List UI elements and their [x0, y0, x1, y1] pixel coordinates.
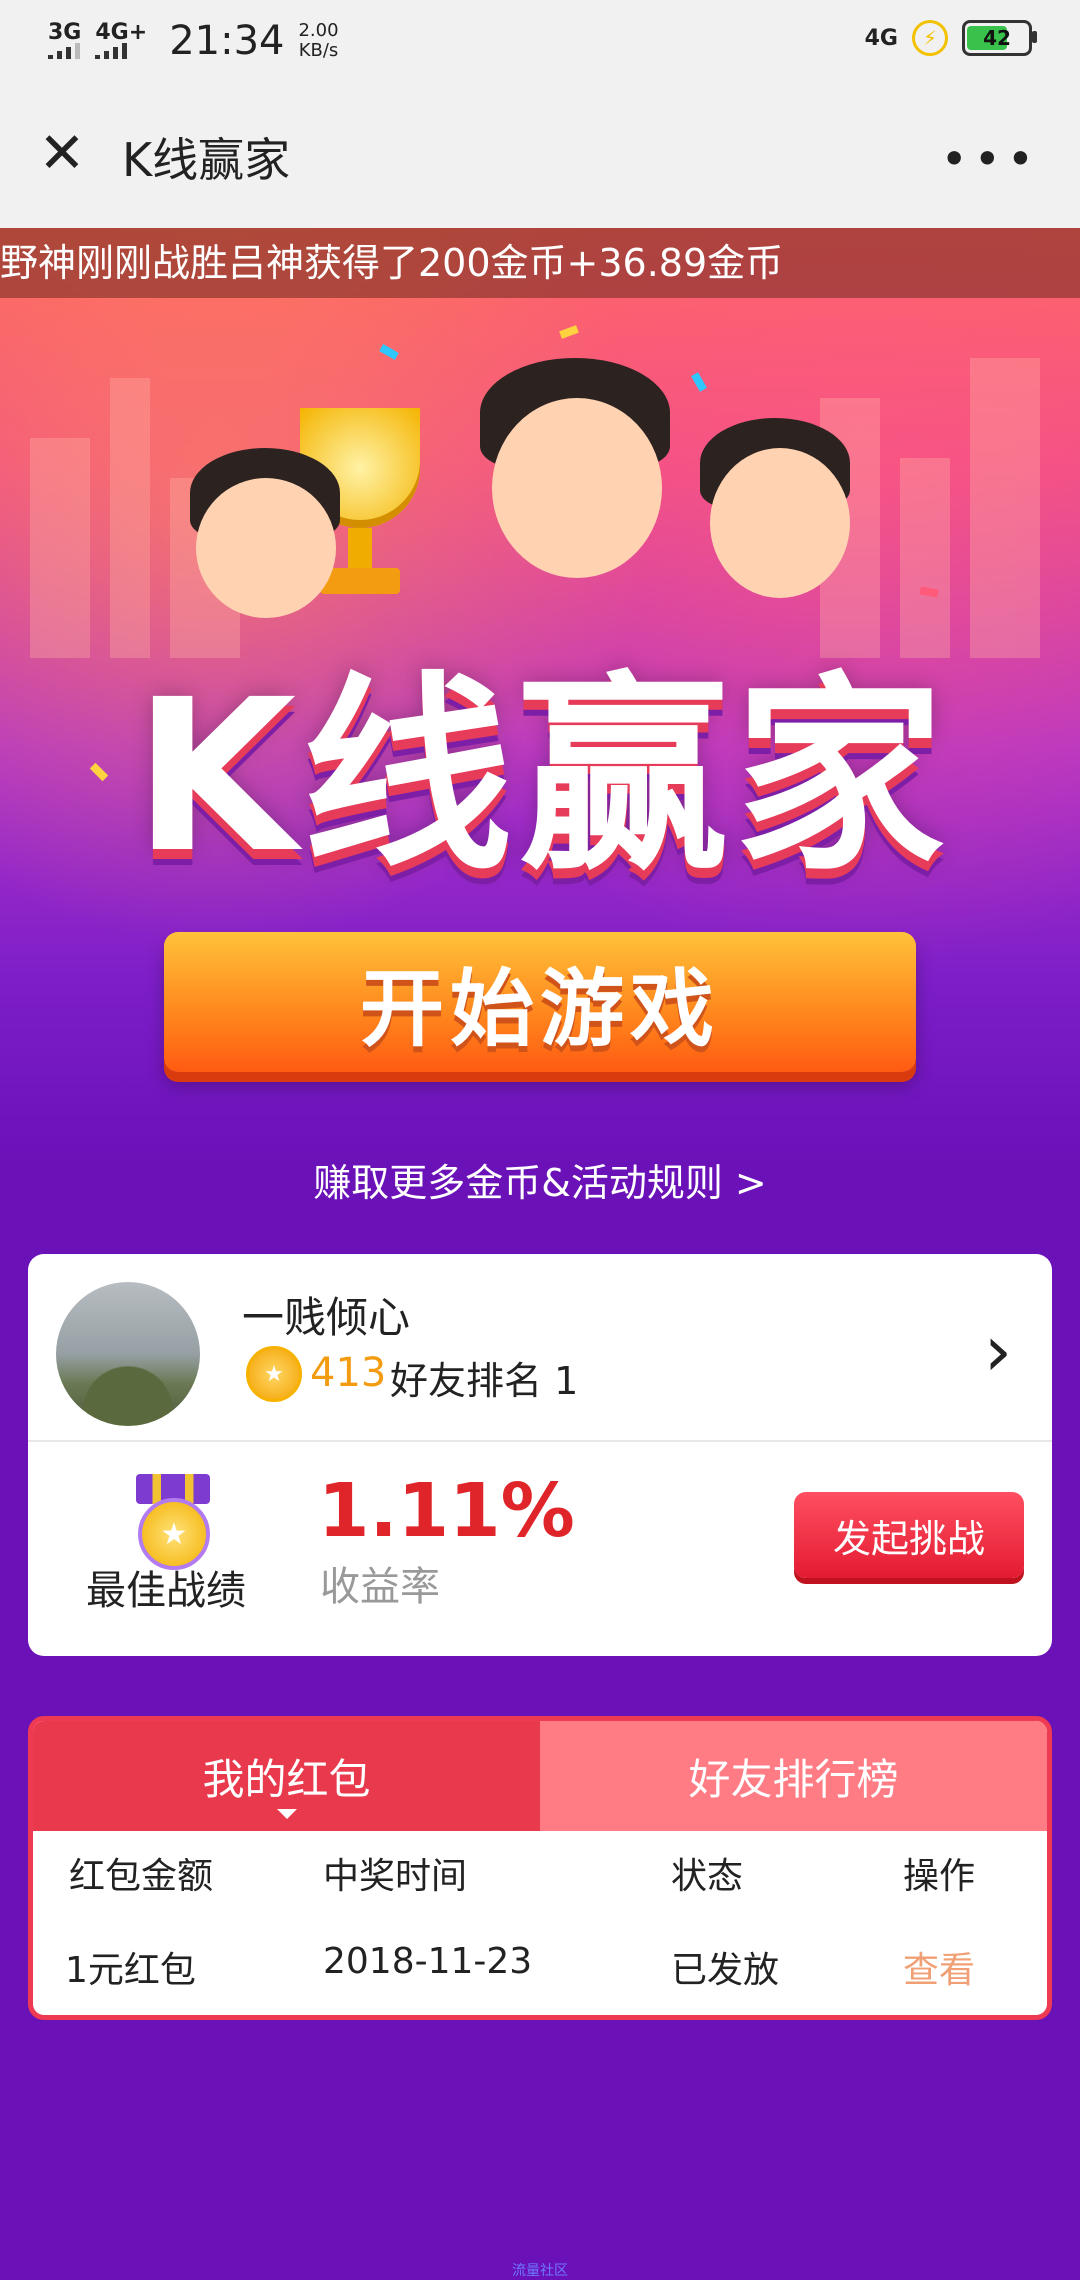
- row-amount: 1元红包: [65, 1950, 196, 1991]
- news-ticker: 野神刚刚战胜吕神获得了200金币+36.89金币: [0, 228, 1080, 298]
- network-4g-label: 4G+: [95, 20, 148, 45]
- start-game-label: 开始游戏: [359, 959, 720, 1058]
- row-time: 2018-11-23: [323, 1941, 533, 1982]
- game-logo: K线赢家: [133, 654, 951, 899]
- watermark: 流量社区: [512, 2263, 568, 2279]
- status-bar: 3G 4G+ 21:34 2.00 KB/s 4G ⚡ 42: [0, 0, 1080, 80]
- row-status: 已发放: [671, 1950, 780, 1991]
- signal-4g: 4G+: [95, 20, 148, 59]
- speed-value: 2.00: [298, 20, 339, 41]
- more-icon[interactable]: •••: [941, 132, 1040, 186]
- friend-rank: 好友排名 1: [390, 1359, 579, 1403]
- title-bar: ✕ K线赢家 •••: [0, 80, 1080, 229]
- hero-banner: 野神刚刚战胜吕神获得了200金币+36.89金币 K线赢家 开始游戏: [0, 228, 1080, 1168]
- battery-icon: 42: [962, 20, 1037, 56]
- return-rate-label: 收益率: [320, 1564, 440, 1610]
- rules-link[interactable]: 赚取更多金币&活动规则 >: [0, 1152, 1080, 1207]
- header-action: 操作: [903, 1856, 976, 1897]
- tab-my-redpackets[interactable]: 我的红包: [33, 1721, 540, 1831]
- view-button[interactable]: 查看: [903, 1941, 975, 1993]
- confetti: [89, 762, 109, 782]
- speed-unit: KB/s: [298, 40, 339, 61]
- tab-bar: 我的红包 好友排行榜: [33, 1721, 1047, 1831]
- best-record-label: 最佳战绩: [86, 1568, 246, 1614]
- header-status: 状态: [671, 1856, 744, 1897]
- start-game-button[interactable]: 开始游戏: [164, 932, 916, 1072]
- medal-icon: ★: [136, 1474, 212, 1570]
- tab-friend-leaderboard[interactable]: 好友排行榜: [540, 1721, 1047, 1831]
- clock: 21:34: [169, 18, 285, 64]
- chevron-right-icon[interactable]: ›: [984, 1310, 1012, 1392]
- signal-bars-icon: [95, 43, 147, 59]
- coin-icon: ★: [246, 1346, 302, 1402]
- coin-count: 413: [310, 1350, 387, 1396]
- network-speed: 2.00 KB/s: [298, 21, 338, 61]
- status-left: 3G 4G+ 21:34 2.00 KB/s: [48, 18, 339, 64]
- user-name: 一贱倾心: [242, 1293, 411, 1342]
- signal-bars-icon: [48, 43, 81, 59]
- profile-card: 一贱倾心 ★ 413 好友排名 1 › ★ 最佳战绩 1.11% 收益率 发起挑…: [28, 1254, 1052, 1656]
- page-title: K线赢家: [122, 133, 291, 187]
- charging-icon: ⚡: [912, 20, 948, 56]
- header-time: 中奖时间: [323, 1856, 468, 1897]
- challenge-button[interactable]: 发起挑战: [794, 1492, 1024, 1578]
- close-icon[interactable]: ✕: [34, 126, 90, 182]
- signal-3g: 3G: [48, 20, 82, 59]
- header-amount: 红包金额: [69, 1856, 214, 1897]
- network-4g-right: 4G: [864, 25, 898, 51]
- status-right: 4G ⚡ 42: [864, 20, 1037, 56]
- avatar[interactable]: [56, 1282, 200, 1426]
- network-3g-label: 3G: [48, 20, 82, 45]
- divider: [28, 1440, 1052, 1442]
- battery-level: 42: [983, 26, 1011, 50]
- redpacket-card: 我的红包 好友排行榜 红包金额 中奖时间 状态 操作 1元红包 2018-11-…: [28, 1716, 1052, 2020]
- return-rate: 1.11%: [318, 1468, 575, 1554]
